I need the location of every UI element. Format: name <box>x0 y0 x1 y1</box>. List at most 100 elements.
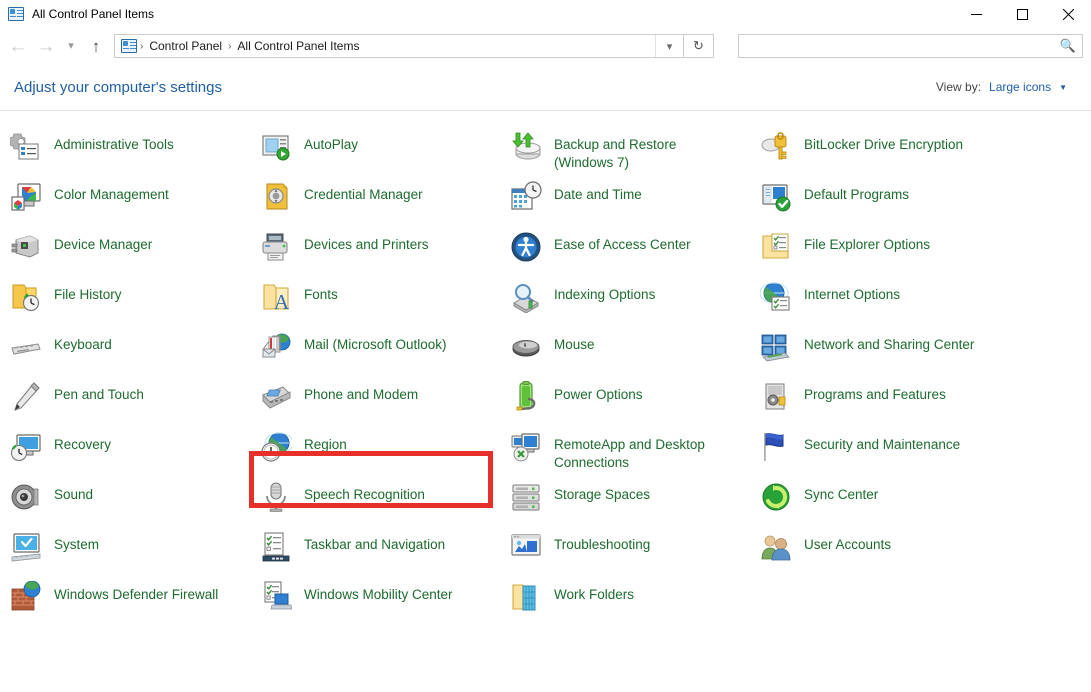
control-panel-item[interactable]: Default Programs <box>760 175 1010 225</box>
windows-mobility-icon <box>260 581 292 613</box>
chevron-down-icon[interactable]: ▼ <box>1059 83 1067 92</box>
control-panel-item-label: User Accounts <box>804 537 892 552</box>
window-title: All Control Panel Items <box>32 7 155 21</box>
breadcrumb-item-all-control-panel-items[interactable]: All Control Panel Items <box>232 39 364 53</box>
control-panel-item-label: Region <box>304 437 347 452</box>
search-input[interactable] <box>747 38 1060 54</box>
forward-button[interactable]: → <box>32 31 60 61</box>
control-panel-item[interactable]: Ease of Access Center <box>510 225 760 275</box>
recovery-icon <box>10 431 42 463</box>
view-by-control[interactable]: View by: Large icons ▼ <box>936 80 1067 94</box>
control-panel-item[interactable]: Device Manager <box>10 225 260 275</box>
control-panel-item[interactable]: Region <box>260 425 510 475</box>
page-header: Adjust your computer's settings View by:… <box>0 64 1091 111</box>
control-panel-item[interactable]: RemoteApp and Desktop Connections <box>510 425 760 475</box>
control-panel-item[interactable]: Devices and Printers <box>260 225 510 275</box>
control-panel-item[interactable]: Programs and Features <box>760 375 1010 425</box>
chevron-down-icon: ▾ <box>666 40 673 53</box>
control-panel-item[interactable]: Administrative Tools <box>10 125 260 175</box>
minimize-button[interactable] <box>953 0 999 28</box>
breadcrumb-item-control-panel[interactable]: Control Panel <box>144 39 227 53</box>
work-folders-icon <box>510 581 542 613</box>
control-panel-content: Administrative Tools AutoPlay Backup and R… <box>0 111 1091 659</box>
search-box[interactable]: 🔍 <box>738 34 1083 58</box>
control-panel-item[interactable]: BitLocker Drive Encryption <box>760 125 1010 175</box>
control-panel-item-label: Taskbar and Navigation <box>304 537 446 552</box>
control-panel-item[interactable]: Security and Maintenance <box>760 425 1010 475</box>
control-panel-icon <box>8 7 24 21</box>
control-panel-item[interactable]: Keyboard <box>10 325 260 375</box>
date-time-icon <box>510 181 542 213</box>
control-panel-item[interactable]: Troubleshooting <box>510 525 760 575</box>
control-panel-item-label: Storage Spaces <box>554 487 651 502</box>
color-management-icon <box>10 181 42 213</box>
view-by-value[interactable]: Large icons <box>989 80 1051 94</box>
control-panel-item[interactable]: Sync Center <box>760 475 1010 525</box>
control-panel-item[interactable]: Power Options <box>510 375 760 425</box>
control-panel-item[interactable]: Pen and Touch <box>10 375 260 425</box>
control-panel-item[interactable]: System <box>10 525 260 575</box>
control-panel-item[interactable]: Mail (Microsoft Outlook) <box>260 325 510 375</box>
troubleshooting-icon <box>510 531 542 563</box>
close-button[interactable] <box>1045 0 1091 28</box>
control-panel-item-label: Internet Options <box>804 287 901 302</box>
control-panel-item[interactable]: Color Management <box>10 175 260 225</box>
device-manager-icon <box>10 231 42 263</box>
breadcrumb: › Control Panel › All Control Panel Item… <box>115 39 655 53</box>
control-panel-item-label: Devices and Printers <box>304 237 429 252</box>
address-bar[interactable]: › Control Panel › All Control Panel Item… <box>114 34 684 58</box>
control-panel-item[interactable]: Indexing Options <box>510 275 760 325</box>
keyboard-icon <box>10 331 42 363</box>
control-panel-item[interactable]: Internet Options <box>760 275 1010 325</box>
control-panel-item[interactable]: AutoPlay <box>260 125 510 175</box>
control-panel-item[interactable]: Speech Recognition <box>260 475 510 525</box>
control-panel-item-label: Fonts <box>304 287 338 302</box>
control-panel-items-grid: Administrative Tools AutoPlay Backup and R… <box>0 125 1091 625</box>
control-panel-item-label: Pen and Touch <box>54 387 144 402</box>
control-panel-item[interactable]: File History <box>10 275 260 325</box>
control-panel-item[interactable]: User Accounts <box>760 525 1010 575</box>
sync-center-icon <box>760 481 792 513</box>
control-panel-item[interactable]: Work Folders <box>510 575 760 625</box>
control-panel-item[interactable]: Taskbar and Navigation <box>260 525 510 575</box>
control-panel-item[interactable]: File Explorer Options <box>760 225 1010 275</box>
speech-recognition-icon <box>260 481 292 513</box>
control-panel-item[interactable]: Recovery <box>10 425 260 475</box>
control-panel-item[interactable]: Windows Defender Firewall <box>10 575 260 625</box>
control-panel-item[interactable]: Date and Time <box>510 175 760 225</box>
fonts-icon <box>260 281 292 313</box>
control-panel-item-label: Recovery <box>54 437 112 452</box>
titlebar-left-group: All Control Panel Items <box>0 7 154 21</box>
control-panel-item-label: Credential Manager <box>304 187 423 202</box>
control-panel-item-label: BitLocker Drive Encryption <box>804 137 964 152</box>
control-panel-item[interactable]: Phone and Modem <box>260 375 510 425</box>
control-panel-item[interactable]: Sound <box>10 475 260 525</box>
control-panel-item-label: Default Programs <box>804 187 910 202</box>
back-button[interactable]: ← <box>4 31 32 61</box>
control-panel-item-label: Power Options <box>554 387 643 402</box>
address-dropdown-button[interactable]: ▾ <box>655 35 683 57</box>
control-panel-item[interactable]: Backup and Restore (Windows 7) <box>510 125 760 175</box>
forward-arrow-icon: → <box>36 35 56 57</box>
control-panel-item[interactable]: Fonts <box>260 275 510 325</box>
maximize-button[interactable] <box>999 0 1045 28</box>
control-panel-item[interactable]: Network and Sharing Center <box>760 325 1010 375</box>
windows-defender-firewall-icon <box>10 581 42 613</box>
up-button[interactable]: ↑ <box>82 31 110 61</box>
region-icon <box>260 431 292 463</box>
control-panel-item[interactable]: Credential Manager <box>260 175 510 225</box>
refresh-button[interactable]: ↻ <box>684 34 714 58</box>
control-panel-item[interactable]: Mouse <box>510 325 760 375</box>
page-title: Adjust your computer's settings <box>14 78 222 96</box>
pen-touch-icon <box>10 381 42 413</box>
default-programs-icon <box>760 181 792 213</box>
chevron-down-icon: ▾ <box>68 39 74 52</box>
control-panel-item-label: Device Manager <box>54 237 153 252</box>
recent-locations-button[interactable]: ▾ <box>60 31 82 61</box>
control-panel-item[interactable]: Windows Mobility Center <box>260 575 510 625</box>
control-panel-item-label: Security and Maintenance <box>804 437 961 452</box>
navigation-toolbar: ← → ▾ ↑ › Control Panel › All Control Pa… <box>0 28 1091 64</box>
control-panel-item[interactable]: Storage Spaces <box>510 475 760 525</box>
administrative-tools-icon <box>10 131 42 163</box>
refresh-icon: ↻ <box>693 38 704 53</box>
